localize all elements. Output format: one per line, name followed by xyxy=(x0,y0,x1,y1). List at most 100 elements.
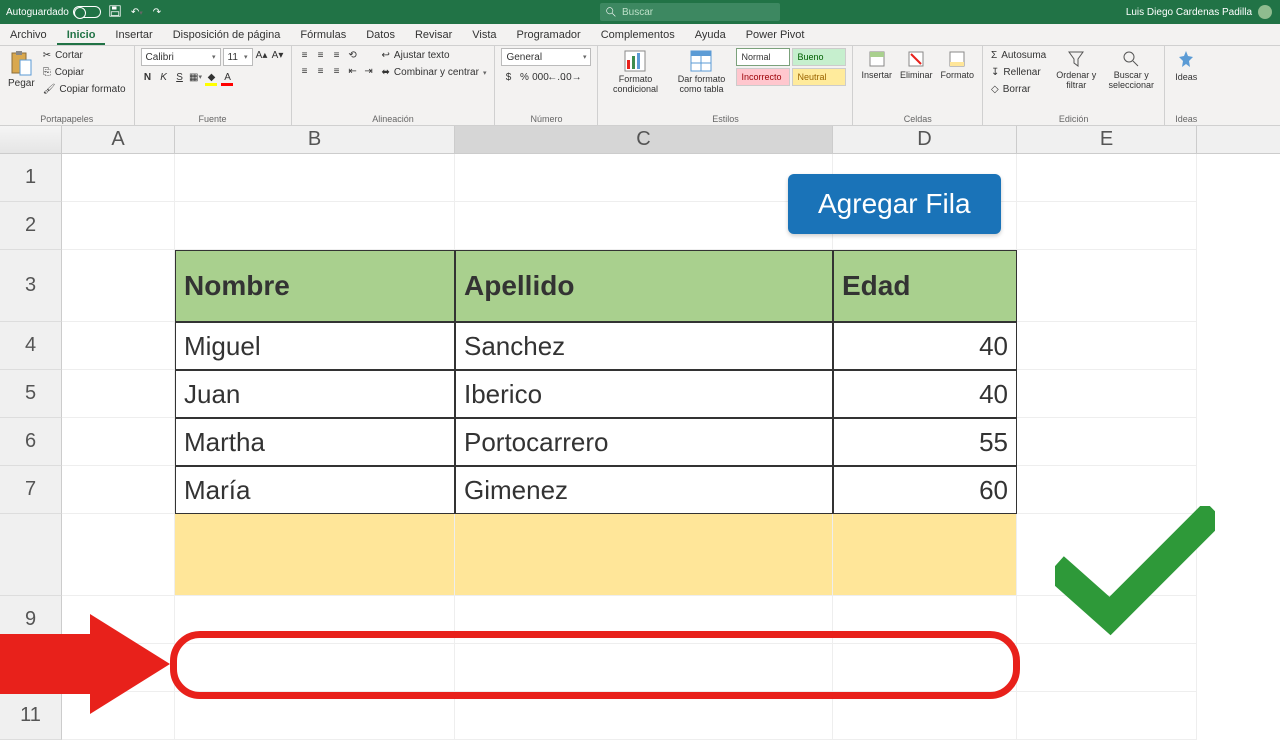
format-cells-button[interactable]: Formato xyxy=(939,48,977,82)
user-account[interactable]: Luis Diego Cardenas Padilla xyxy=(1126,5,1272,19)
cell-A3[interactable] xyxy=(62,250,175,322)
style-neutral[interactable]: Neutral xyxy=(792,68,846,86)
align-top-icon[interactable]: ≡ xyxy=(298,48,312,62)
cell-apellido[interactable]: Sanchez xyxy=(455,322,833,370)
col-header-A[interactable]: A xyxy=(62,126,175,153)
indent-dec-icon[interactable]: ⇤ xyxy=(346,64,360,78)
save-icon[interactable] xyxy=(109,5,121,20)
row-header-2[interactable]: 2 xyxy=(0,202,62,250)
cell-D9[interactable] xyxy=(833,596,1017,644)
bold-button[interactable]: N xyxy=(141,70,155,84)
cell-A5[interactable] xyxy=(62,370,175,418)
style-bad[interactable]: Incorrecto xyxy=(736,68,790,86)
tab-ayuda[interactable]: Ayuda xyxy=(685,24,736,45)
cell-E1[interactable] xyxy=(1017,154,1197,202)
dec-decimal-icon[interactable]: .0→ xyxy=(565,70,579,84)
cell-B9[interactable] xyxy=(175,596,455,644)
cell-D11[interactable] xyxy=(833,692,1017,740)
cell-C10[interactable] xyxy=(455,644,833,692)
align-right-icon[interactable]: ≡ xyxy=(330,64,344,78)
tab-disposicion[interactable]: Disposición de página xyxy=(163,24,291,45)
cell-E5[interactable] xyxy=(1017,370,1197,418)
row-header-1[interactable]: 1 xyxy=(0,154,62,202)
header-apellido[interactable]: Apellido xyxy=(455,250,833,322)
clear-button[interactable]: ◇Borrar xyxy=(989,82,1048,97)
number-format-combo[interactable]: General▾ xyxy=(501,48,591,66)
tab-powerpivot[interactable]: Power Pivot xyxy=(736,24,815,45)
redo-icon[interactable]: ↷ xyxy=(153,7,161,18)
comma-icon[interactable]: 000 xyxy=(533,70,547,84)
increase-font-icon[interactable]: A▴ xyxy=(255,48,269,62)
undo-icon[interactable]: ↶▾ xyxy=(131,7,143,18)
font-color-button[interactable]: A xyxy=(221,70,235,84)
align-center-icon[interactable]: ≡ xyxy=(314,64,328,78)
fill-button[interactable]: ↧Rellenar xyxy=(989,65,1048,80)
cell-A4[interactable] xyxy=(62,322,175,370)
tab-datos[interactable]: Datos xyxy=(356,24,405,45)
cell-edad[interactable]: 40 xyxy=(833,322,1017,370)
format-painter-button[interactable]: 🖌Copiar formato xyxy=(41,82,128,97)
cell-C2[interactable] xyxy=(455,202,833,250)
row-header-6[interactable]: 6 xyxy=(0,418,62,466)
copy-button[interactable]: ⎘Copiar xyxy=(41,65,128,80)
row-header-8[interactable] xyxy=(0,514,62,596)
delete-cells-button[interactable]: Eliminar xyxy=(898,48,935,82)
align-middle-icon[interactable]: ≡ xyxy=(314,48,328,62)
tab-insertar[interactable]: Insertar xyxy=(105,24,162,45)
cell-E6[interactable] xyxy=(1017,418,1197,466)
col-header-D[interactable]: D xyxy=(833,126,1017,153)
cell-C8[interactable] xyxy=(455,514,833,596)
cell-nombre[interactable]: Miguel xyxy=(175,322,455,370)
cell-B1[interactable] xyxy=(175,154,455,202)
cell-E4[interactable] xyxy=(1017,322,1197,370)
tab-programador[interactable]: Programador xyxy=(507,24,591,45)
cell-A2[interactable] xyxy=(62,202,175,250)
cell-A8[interactable] xyxy=(62,514,175,596)
autosum-button[interactable]: ΣAutosuma xyxy=(989,48,1048,63)
header-edad[interactable]: Edad xyxy=(833,250,1017,322)
cell-E3[interactable] xyxy=(1017,250,1197,322)
tab-complementos[interactable]: Complementos xyxy=(591,24,685,45)
autosave-toggle[interactable]: Autoguardado xyxy=(6,6,101,18)
cell-A6[interactable] xyxy=(62,418,175,466)
orientation-icon[interactable]: ⟲ xyxy=(346,48,360,62)
cut-button[interactable]: ✂Cortar xyxy=(41,48,128,63)
merge-center-button[interactable]: ⬌Combinar y centrar▾ xyxy=(380,65,489,80)
col-header-C[interactable]: C xyxy=(455,126,833,153)
cell-edad[interactable]: 60 xyxy=(833,466,1017,514)
row-header-7[interactable]: 7 xyxy=(0,466,62,514)
percent-icon[interactable]: % xyxy=(517,70,531,84)
row-header-3[interactable]: 3 xyxy=(0,250,62,322)
tab-inicio[interactable]: Inicio xyxy=(57,24,106,45)
add-row-button[interactable]: Agregar Fila xyxy=(788,174,1001,234)
cell-E11[interactable] xyxy=(1017,692,1197,740)
format-as-table-button[interactable]: Dar formato como tabla xyxy=(670,48,732,96)
tab-vista[interactable]: Vista xyxy=(462,24,506,45)
borders-button[interactable]: ▦▾ xyxy=(189,70,203,84)
fill-color-button[interactable]: ◆ xyxy=(205,70,219,84)
tab-archivo[interactable]: Archivo xyxy=(0,24,57,45)
cell-C1[interactable] xyxy=(455,154,833,202)
header-nombre[interactable]: Nombre xyxy=(175,250,455,322)
ideas-button[interactable]: Ideas xyxy=(1171,48,1201,84)
font-name-combo[interactable]: Calibri▾ xyxy=(141,48,221,66)
cell-apellido[interactable]: Portocarrero xyxy=(455,418,833,466)
tab-formulas[interactable]: Fórmulas xyxy=(290,24,356,45)
cell-A7[interactable] xyxy=(62,466,175,514)
cell-nombre[interactable]: Juan xyxy=(175,370,455,418)
cell-E2[interactable] xyxy=(1017,202,1197,250)
cell-C9[interactable] xyxy=(455,596,833,644)
find-select-button[interactable]: Buscar y seleccionar xyxy=(1104,48,1158,92)
cell-B10[interactable] xyxy=(175,644,455,692)
font-size-combo[interactable]: 11▾ xyxy=(223,48,253,66)
sort-filter-button[interactable]: Ordenar y filtrar xyxy=(1052,48,1100,92)
cell-B2[interactable] xyxy=(175,202,455,250)
cell-nombre[interactable]: María xyxy=(175,466,455,514)
style-normal[interactable]: Normal xyxy=(736,48,790,66)
cell-apellido[interactable]: Gimenez xyxy=(455,466,833,514)
cell-A1[interactable] xyxy=(62,154,175,202)
row-header-5[interactable]: 5 xyxy=(0,370,62,418)
cell-nombre[interactable]: Martha xyxy=(175,418,455,466)
insert-cells-button[interactable]: Insertar xyxy=(859,48,894,82)
cell-B11[interactable] xyxy=(175,692,455,740)
